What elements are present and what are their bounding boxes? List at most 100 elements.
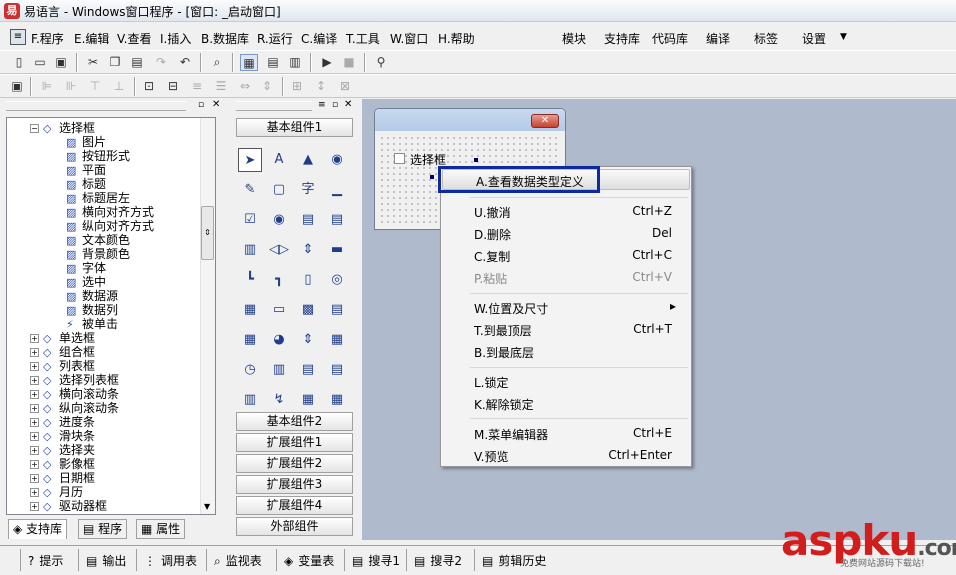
context-menu-item[interactable]: W.位置及尺寸 xyxy=(474,300,548,317)
tree-expander-icon[interactable]: + xyxy=(30,404,39,413)
menu-support-library[interactable]: 支持库 xyxy=(604,30,640,47)
component-tool-icon[interactable]: ✎ xyxy=(238,178,262,202)
panel-close-icon[interactable]: ✕ xyxy=(344,99,352,110)
menu-tools[interactable]: T.工具 xyxy=(346,30,380,47)
component-tool-icon[interactable]: ▥ xyxy=(238,238,262,262)
context-menu-item[interactable]: L.锁定 xyxy=(474,374,509,391)
align-center-icon[interactable]: ⊪ xyxy=(62,78,80,95)
component-group-button[interactable]: 扩展组件2 xyxy=(236,454,353,473)
component-tool-icon[interactable]: ▩ xyxy=(296,298,320,322)
context-menu-item[interactable]: K.解除锁定 xyxy=(474,396,534,413)
component-tool-icon[interactable]: ▤ xyxy=(296,358,320,382)
context-menu-item[interactable]: T.到最顶层 xyxy=(474,322,532,339)
menu-window[interactable]: W.窗口 xyxy=(390,30,428,47)
status-tab[interactable]: ▤ 输出 xyxy=(86,552,126,569)
tree-item[interactable]: ▨ 横向对齐方式 xyxy=(66,205,154,219)
tree-expander-icon[interactable]: + xyxy=(30,474,39,483)
menu-program[interactable]: F.程序 xyxy=(31,30,64,47)
tree-item[interactable]: + ◇ 组合框 xyxy=(30,345,95,359)
space-vert-icon[interactable]: ☰ xyxy=(212,78,230,95)
tree-scrollbar-thumb[interactable]: ⇕ xyxy=(201,206,214,260)
tab-properties[interactable]: ▦ 属性 xyxy=(136,519,186,539)
panel-menu-icon[interactable]: ≡ xyxy=(318,100,326,110)
component-tool-icon[interactable]: ⇕ xyxy=(296,328,320,352)
component-tool-icon[interactable]: ☑ xyxy=(238,208,262,232)
menu-code-library[interactable]: 代码库 xyxy=(652,30,688,47)
same-width-icon[interactable]: ⇔ xyxy=(236,78,254,95)
component-tool-icon[interactable]: ▦ xyxy=(238,298,262,322)
component-group-button[interactable]: 基本组件2 xyxy=(236,412,353,431)
save-icon[interactable]: ▣ xyxy=(52,54,70,71)
tree-expander-icon[interactable]: + xyxy=(30,432,39,441)
tree-expander-icon[interactable]: + xyxy=(30,460,39,469)
tree-item[interactable]: ▨ 背景颜色 xyxy=(66,247,130,261)
component-tool-icon[interactable]: ◕ xyxy=(267,328,291,352)
component-tool-icon[interactable]: ▯ xyxy=(296,268,320,292)
component-group-button[interactable]: 外部组件 xyxy=(236,517,353,536)
tree-expander-icon[interactable]: + xyxy=(30,376,39,385)
tree-item[interactable]: ▨ 标题居左 xyxy=(66,191,130,205)
menu-insert[interactable]: I.插入 xyxy=(160,30,191,47)
tree-item[interactable]: + ◇ 驱动器框 xyxy=(30,499,107,513)
tree-item[interactable]: + ◇ 单选框 xyxy=(30,331,95,345)
tab-support-library[interactable]: ◈ 支持库 xyxy=(8,519,68,539)
menu-view[interactable]: V.查看 xyxy=(117,30,151,47)
status-tab[interactable]: ◈ 变量表 xyxy=(284,552,334,569)
context-menu-item[interactable]: V.预览 xyxy=(474,448,508,465)
tree-item[interactable]: ▨ 纵向对齐方式 xyxy=(66,219,154,233)
component-tool-icon[interactable]: ▤ xyxy=(296,208,320,232)
component-group-basic-1[interactable]: 基本组件1 xyxy=(236,118,353,137)
component-tool-icon[interactable]: ⇕ xyxy=(296,238,320,262)
tree-expander-icon[interactable]: + xyxy=(30,390,39,399)
menu-compile[interactable]: C.编译 xyxy=(301,30,337,47)
lock-icon[interactable]: ⊠ xyxy=(336,78,354,95)
align-top-icon[interactable]: ⊤ xyxy=(86,78,104,95)
status-tab[interactable]: ⌕ 监视表 xyxy=(214,552,262,569)
component-tool-icon[interactable]: ▲ xyxy=(296,148,320,172)
tree-item[interactable]: + ◇ 影像框 xyxy=(30,457,95,471)
tree-item[interactable]: + ◇ 进度条 xyxy=(30,415,95,429)
tree-item[interactable]: + ◇ 列表框 xyxy=(30,359,95,373)
tree-item[interactable]: + ◇ 横向滚动条 xyxy=(30,387,119,401)
same-height-icon[interactable]: ⇕ xyxy=(258,78,276,95)
undo-icon[interactable]: ↶ xyxy=(176,54,194,71)
component-tool-icon[interactable]: ▥ xyxy=(238,388,262,412)
align-bottom-icon[interactable]: ⊥ xyxy=(110,78,128,95)
menu-run[interactable]: R.运行 xyxy=(257,30,293,47)
component-panel-gripper[interactable] xyxy=(236,101,312,111)
component-tool-icon[interactable]: ➤ xyxy=(238,148,262,172)
open-folder-icon[interactable]: ▭ xyxy=(31,54,49,71)
component-tool-icon[interactable]: ◁▷ xyxy=(267,238,291,262)
paste-icon[interactable]: ▤ xyxy=(128,54,146,71)
left-panel-gripper[interactable] xyxy=(6,101,186,111)
tree-item[interactable]: ▨ 文本颜色 xyxy=(66,233,130,247)
tree-scrollbar[interactable] xyxy=(200,118,215,514)
tree-item[interactable]: + ◇ 日期框 xyxy=(30,471,95,485)
layout-1-icon[interactable]: ▦ xyxy=(240,54,258,71)
panel-close-icon[interactable]: ✕ xyxy=(212,99,220,110)
stop-icon[interactable]: ■ xyxy=(340,54,358,71)
space-even-icon[interactable]: ≡ xyxy=(188,78,206,95)
cut-icon[interactable]: ✂ xyxy=(84,54,102,71)
context-menu-item[interactable]: M.菜单编辑器 xyxy=(474,426,548,443)
menu-tag[interactable]: 标签 xyxy=(754,30,778,47)
status-tab[interactable]: ▤ 剪辑历史 xyxy=(482,552,546,569)
component-group-button[interactable]: 扩展组件4 xyxy=(236,496,353,515)
menu-settings[interactable]: 设置 xyxy=(802,30,826,47)
new-file-icon[interactable]: ▯ xyxy=(10,54,28,71)
component-tool-icon[interactable]: ┗ xyxy=(238,268,262,292)
component-tool-icon[interactable]: ▤ xyxy=(325,298,349,322)
tree-item[interactable]: ▨ 字体 xyxy=(66,261,106,275)
grid-icon[interactable]: ⊞ xyxy=(288,78,306,95)
binoculars-icon[interactable]: ⚲ xyxy=(372,54,390,71)
component-tool-icon[interactable]: ▤ xyxy=(325,358,349,382)
resize-handle[interactable] xyxy=(474,158,478,162)
tree-item[interactable]: ▨ 图片 xyxy=(66,135,106,149)
menu-module[interactable]: 模块 xyxy=(562,30,586,47)
layout-3-icon[interactable]: ▥ xyxy=(286,54,304,71)
run-icon[interactable]: ▶ xyxy=(318,54,336,71)
context-menu-item[interactable]: D.删除 xyxy=(474,226,511,243)
tree-item[interactable]: + ◇ 月历 xyxy=(30,485,83,499)
center-vertical-icon[interactable]: ⊟ xyxy=(164,78,182,95)
tree-item[interactable]: ▨ 数据列 xyxy=(66,303,118,317)
